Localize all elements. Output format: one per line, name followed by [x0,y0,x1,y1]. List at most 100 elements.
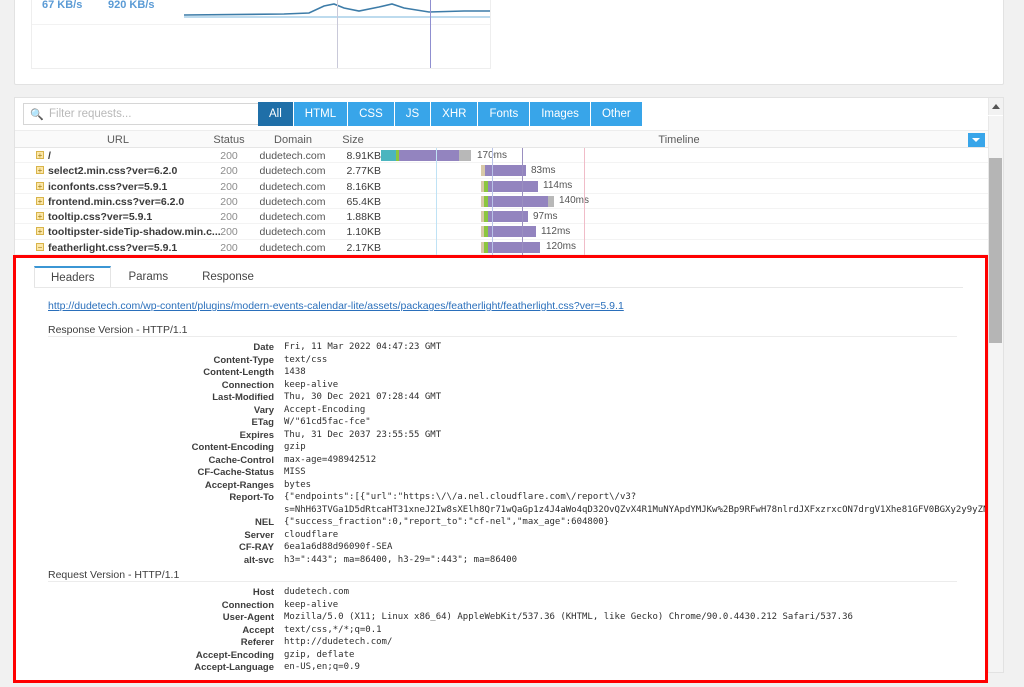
detail-tab-params[interactable]: Params [111,266,185,287]
column-header-status[interactable]: Status [203,134,255,146]
header-value: {"endpoints":[{"url":"https:\/\/a.nel.cl… [284,492,637,502]
table-body: +/200 dudetech.com 8.91KB 170ms + select2.min… [15,148,1003,256]
timeline-dropdown-button[interactable] [968,133,985,147]
header-value: bytes [284,479,312,490]
detail-tabs: Headers Params Response [34,266,985,288]
filter-tab-other[interactable]: Other [590,102,642,126]
upload-value: 67 KB/s [42,0,83,11]
header-key: Accept-Language [194,662,274,673]
header-key: Expires [239,429,274,441]
header-key: ETag [251,417,274,428]
header-value: keep-alive [284,379,339,390]
cell-url: iconfonts.css?ver=5.9.1 [48,180,168,193]
header-key: CF-Cache-Status [197,467,274,478]
header-value: Fri, 11 Mar 2022 04:47:23 GMT [284,342,442,352]
filter-tab-all[interactable]: All [258,102,293,126]
expand-row-icon[interactable]: + [36,181,44,190]
filter-tab-css[interactable]: CSS [348,102,394,126]
expand-row-icon[interactable]: + [36,227,44,236]
column-header-domain[interactable]: Domain [253,134,333,146]
column-header-url[interactable]: URL [33,134,203,146]
filter-tab-xhr[interactable]: XHR [431,102,478,126]
cell-size: 65.4KB [346,195,381,208]
cell-url: tooltipster-sideTip-shadow.min.c... [48,226,221,239]
cell-timeline: 112ms [381,224,1003,238]
cell-timeline: 114ms [381,179,1003,193]
table-row[interactable]: − featherlight.css?ver=5.9.1 200 dudetech.c… [15,240,1003,256]
header-value: h3=":443"; ma=86400, h3-29=":443"; ma=86… [284,554,517,565]
requests-table: URL Status Domain Size Timeline +/200 dud… [15,130,1003,258]
download-value: 920 KB/s [108,0,155,11]
vertical-scrollbar-track[interactable] [988,116,1003,672]
timeline-duration-label: 120ms [546,241,577,253]
timeline-segment [488,226,536,238]
header-value: 1438 [284,367,306,377]
promo-inner: CPU 47.4% MEMORY 67 MB [15,0,1003,84]
header-value: {"success_fraction":0,"report_to":"cf-ne… [284,517,610,527]
table-row[interactable]: +/200 dudetech.com 8.91KB 170ms [15,148,1003,164]
filter-tab-images[interactable]: Images [530,102,590,126]
header-value: gzip, deflate [284,649,355,660]
header-value: max-age=498942512 [284,454,377,465]
upload-label-block: UPLOAD 67 KB/s [42,0,82,11]
search-icon: 🔍 [30,108,44,121]
header-key: Content-Encoding [191,442,274,453]
timeline-duration-label: 83ms [531,164,556,176]
header-key: Content-Length [203,367,274,378]
filter-requests-input[interactable] [47,105,262,123]
header-value: text/css,*/*;q=0.1 [284,624,382,635]
expand-row-icon[interactable]: + [36,166,44,175]
table-row[interactable]: + select2.min.css?ver=6.2.0 200 dudetech.co… [15,163,1003,179]
cell-url: / [48,150,51,162]
header-value: W/"61cd5fac-fce" [284,417,371,427]
search-field-wrapper[interactable]: 🔍 [23,103,263,125]
expand-row-icon[interactable]: + [36,196,44,205]
cell-timeline: 140ms [381,194,1003,208]
expand-row-icon[interactable]: + [36,212,44,221]
timeline-duration-label: 97ms [533,210,558,222]
filter-tab-fonts[interactable]: Fonts [478,102,530,126]
request-url-link[interactable]: http://dudetech.com/wp-content/plugins/m… [48,300,624,312]
request-detail-panel-highlight: Headers Params Response http://dudetech.co… [13,255,988,683]
request-detail-panel: Headers Params Response http://dudetech.co… [16,258,985,680]
header-key: Date [253,342,274,353]
cell-url: select2.min.css?ver=6.2.0 [48,165,178,178]
header-key: Vary [253,404,274,416]
vertical-scrollbar-thumb[interactable] [989,158,1002,343]
header-key: Connection [221,599,274,611]
filter-tab-html[interactable]: HTML [293,102,348,126]
table-row[interactable]: + tooltipster-sideTip-shadow.min.c... 200 d… [15,224,1003,240]
header-value: Thu, 30 Dec 2021 07:28:44 GMT [284,392,442,402]
detail-tabs-underline [34,287,963,288]
header-key: Content-Type [213,354,274,366]
table-row[interactable]: + tooltip.css?ver=5.9.1 200 dudetech.com 1.8… [15,209,1003,225]
column-header-size[interactable]: Size [325,134,381,146]
timeline-segment [459,150,471,161]
header-key: alt-svc [243,554,274,566]
resource-usage-graph: CPU 47.4% MEMORY 67 MB [31,0,491,69]
header-key: Report-To [229,492,274,503]
header-value: Accept-Encoding [284,404,366,415]
header-key: User-Agent [222,612,274,623]
column-header-timeline[interactable]: Timeline [385,134,973,146]
table-row[interactable]: + frontend.min.css?ver=6.2.0 200 dudetech.c… [15,194,1003,210]
cell-timeline: 170ms [381,148,1003,162]
timeline-segment [488,195,548,207]
header-value: dudetech.com [284,587,350,597]
header-value: Mozilla/5.0 (X11; Linux x86_64) AppleWeb… [284,612,853,622]
expand-row-icon[interactable]: + [36,151,44,160]
detail-tab-headers[interactable]: Headers [34,266,112,287]
header-key: Referer [240,637,274,648]
header-key: Accept [242,624,274,636]
resource-usage-promo-panel: CPU 47.4% MEMORY 67 MB [14,0,1004,85]
table-row[interactable]: + iconfonts.css?ver=5.9.1 200 dudetech.com 8… [15,179,1003,194]
header-value: gzip [284,442,306,452]
response-version-title: Response Version - HTTP/1.1 [48,324,188,336]
scroll-up-arrow-icon[interactable] [988,98,1003,115]
collapse-row-icon[interactable]: − [36,242,44,251]
header-value: MISS [284,467,306,477]
download-label-block: DOWNLOAD 920 KB/s [108,0,155,11]
graph-marker-line-2 [430,0,431,68]
filter-tab-js[interactable]: JS [394,102,431,126]
detail-tab-response[interactable]: Response [185,266,271,287]
